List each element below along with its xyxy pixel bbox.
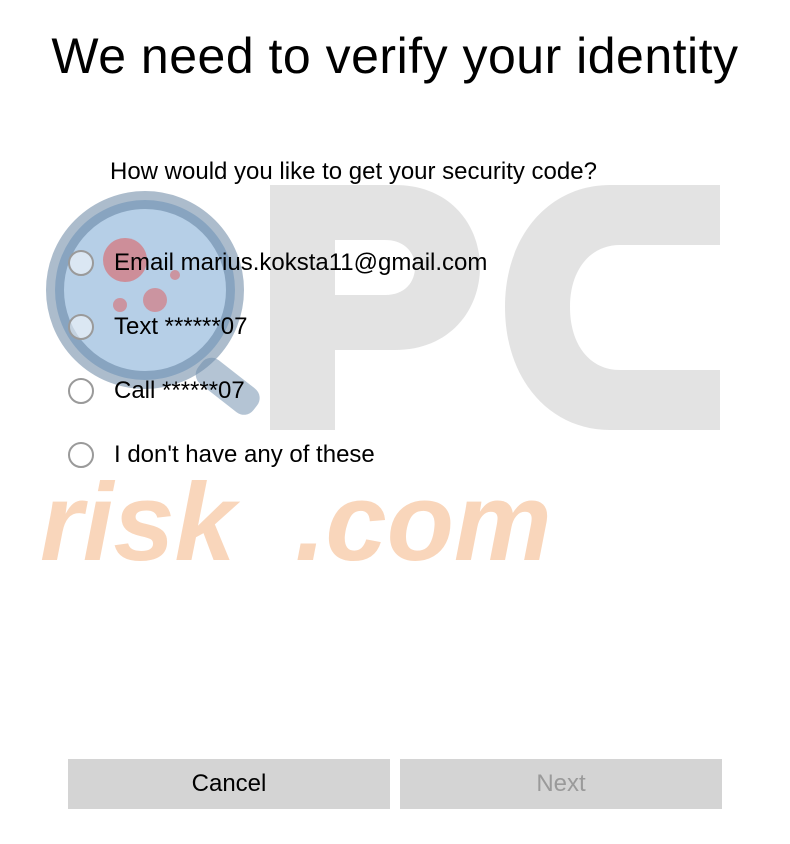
next-button[interactable]: Next: [400, 759, 722, 809]
option-email[interactable]: Email marius.koksta11@gmail.com: [68, 231, 790, 295]
option-label: Email marius.koksta11@gmail.com: [114, 249, 487, 277]
radio-icon: [68, 314, 94, 340]
radio-icon: [68, 378, 94, 404]
option-label: Text ******07: [114, 313, 247, 341]
option-call[interactable]: Call ******07: [68, 359, 790, 423]
page-title: We need to verify your identity: [0, 0, 790, 88]
question-text: How would you like to get your security …: [0, 88, 790, 186]
option-label: Call ******07: [114, 377, 245, 405]
button-bar: Cancel Next: [68, 759, 722, 809]
options-list: Email marius.koksta11@gmail.com Text ***…: [0, 186, 790, 487]
radio-icon: [68, 250, 94, 276]
radio-icon: [68, 442, 94, 468]
option-text[interactable]: Text ******07: [68, 295, 790, 359]
option-label: I don't have any of these: [114, 441, 375, 469]
option-none[interactable]: I don't have any of these: [68, 423, 790, 487]
cancel-button[interactable]: Cancel: [68, 759, 390, 809]
